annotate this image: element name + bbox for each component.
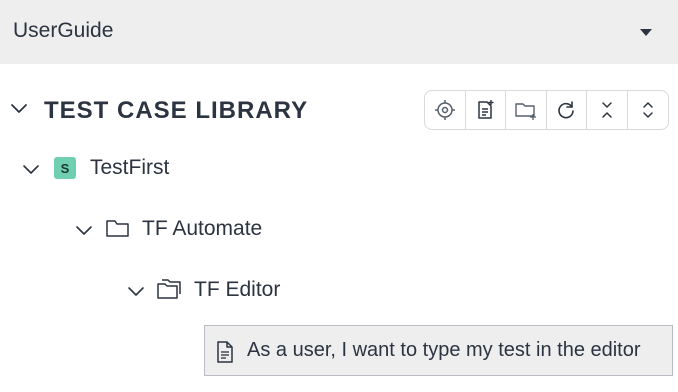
expand-all-icon	[642, 102, 653, 118]
new-test-case-button[interactable]	[466, 91, 506, 129]
caret-down-icon[interactable]	[640, 29, 652, 36]
project-name: UserGuide	[13, 19, 114, 42]
new-folder-button[interactable]	[506, 91, 547, 129]
refresh-button[interactable]	[547, 91, 587, 129]
locate-button[interactable]	[425, 91, 466, 129]
new-folder-icon	[515, 103, 536, 120]
collapse-all-button[interactable]	[587, 91, 628, 129]
chevron-down-icon[interactable]	[75, 225, 93, 237]
suite-label: TestFirst	[90, 156, 170, 179]
chevron-down-icon[interactable]	[127, 286, 145, 298]
suite-badge: S	[54, 157, 76, 179]
new-test-case-icon	[478, 100, 494, 119]
test-case-file-icon	[217, 341, 233, 363]
expand-all-button[interactable]	[628, 91, 668, 129]
test-case-label: As a user, I want to type my test in the…	[247, 339, 641, 361]
folder-label: TF Editor	[194, 278, 281, 301]
tree-item-test-case[interactable]: As a user, I want to type my test in the…	[204, 325, 673, 376]
tree-item-suite[interactable]: S TestFirst	[0, 150, 678, 186]
tree-item-folder[interactable]: TF Editor	[0, 272, 678, 308]
locate-icon	[434, 100, 455, 120]
folder-label: TF Automate	[142, 217, 263, 240]
collapse-all-icon	[602, 102, 612, 118]
chevron-down-icon[interactable]	[10, 103, 28, 115]
library-toolbar	[424, 90, 669, 130]
library-title: TEST CASE LIBRARY	[44, 97, 309, 124]
project-selector[interactable]: UserGuide	[0, 0, 678, 64]
folder-icon	[106, 220, 129, 237]
folder-open-icon	[157, 279, 181, 299]
refresh-icon	[558, 101, 575, 119]
tree-item-folder[interactable]: TF Automate	[0, 211, 678, 247]
library-header: TEST CASE LIBRARY	[0, 84, 678, 136]
chevron-down-icon[interactable]	[22, 164, 40, 176]
